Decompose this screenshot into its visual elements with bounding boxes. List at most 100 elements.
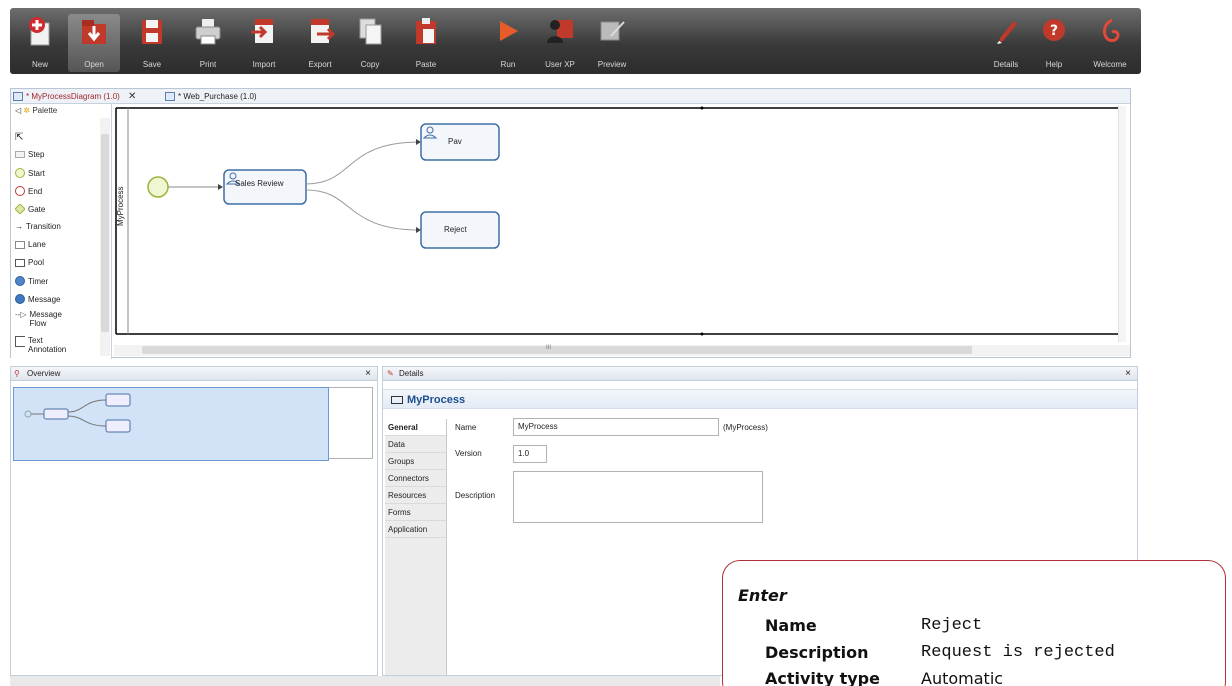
import-icon bbox=[249, 16, 279, 46]
callout-key: Description bbox=[765, 643, 869, 662]
callout-title: Enter bbox=[738, 586, 787, 605]
tab-connectors[interactable]: Connectors bbox=[385, 470, 446, 487]
palette-item-label: End bbox=[28, 186, 43, 196]
details-button[interactable]: Details bbox=[980, 14, 1032, 72]
task-label: Pav bbox=[448, 137, 462, 146]
scroll-thumb[interactable] bbox=[142, 346, 972, 354]
palette-item-pool[interactable]: Pool bbox=[15, 258, 44, 267]
paste-button[interactable]: Paste bbox=[400, 14, 452, 72]
transition-icon: → bbox=[15, 222, 23, 231]
process-title: MyProcess bbox=[407, 394, 466, 406]
magnifier-icon: ⚲ bbox=[14, 369, 20, 378]
palette-title: Palette bbox=[32, 106, 58, 115]
palette-item-label: Start bbox=[28, 168, 45, 178]
palette-item-transition[interactable]: → Transition bbox=[15, 222, 61, 231]
callout-value: Request is rejected bbox=[921, 643, 1115, 662]
print-button[interactable]: Print bbox=[182, 14, 234, 72]
canvas-hscrollbar[interactable]: III bbox=[114, 345, 1130, 356]
palette-item-gate[interactable]: Gate bbox=[14, 203, 45, 215]
pencil-icon: ✎ bbox=[387, 369, 394, 378]
palette-item-start[interactable]: Start bbox=[15, 168, 45, 178]
callout-key: Name bbox=[765, 616, 817, 635]
help-button[interactable]: ? Help bbox=[1028, 14, 1080, 72]
tab-application[interactable]: Application bbox=[385, 521, 446, 538]
preview-button[interactable]: Preview bbox=[586, 14, 638, 72]
annotation-icon bbox=[15, 336, 25, 347]
palette-item-end[interactable]: End bbox=[15, 186, 42, 196]
main-toolbar: New Open Save Print Import Export Copy P… bbox=[10, 8, 1141, 74]
palette-header: ◁ ✲ Palette bbox=[11, 104, 111, 118]
save-button[interactable]: Save bbox=[126, 14, 178, 72]
export-button[interactable]: Export bbox=[294, 14, 346, 72]
diagram-svg bbox=[115, 106, 1126, 336]
new-button[interactable]: New bbox=[14, 14, 66, 72]
import-button[interactable]: Import bbox=[238, 14, 290, 72]
palette-item-label: Timer bbox=[28, 276, 49, 286]
instruction-callout: Enter Name Reject Description Request is… bbox=[722, 560, 1226, 686]
palette-item-label: Flow bbox=[29, 319, 47, 328]
close-icon[interactable]: ✕ bbox=[128, 91, 136, 102]
overview-viewport[interactable] bbox=[13, 387, 329, 461]
copy-button[interactable]: Copy bbox=[344, 14, 396, 72]
overview-header: ⚲ Overview × bbox=[11, 367, 377, 381]
details-header: ✎ Details × bbox=[383, 367, 1137, 381]
callout-value: Reject bbox=[921, 616, 983, 635]
welcome-button[interactable]: Welcome bbox=[1084, 14, 1136, 72]
scroll-thumb[interactable] bbox=[101, 134, 109, 332]
palette-item-message-flow[interactable]: --▷ Message Flow bbox=[15, 310, 62, 328]
print-label: Print bbox=[199, 60, 217, 69]
canvas-vscrollbar[interactable] bbox=[1118, 106, 1126, 342]
version-field[interactable]: 1.0 bbox=[513, 445, 547, 463]
tab-label: * Web_Purchase (1.0) bbox=[178, 92, 257, 101]
name-hint: (MyProcess) bbox=[723, 423, 768, 432]
pool-handle bbox=[700, 332, 704, 336]
tab-general[interactable]: General bbox=[385, 419, 446, 436]
help-icon: ? bbox=[1039, 16, 1069, 46]
palette-item-timer[interactable]: Timer bbox=[15, 276, 48, 286]
callout-value: Automatic bbox=[921, 669, 1004, 686]
palette-item-label: Annotation bbox=[28, 345, 67, 354]
palette-select-tool[interactable]: ⇱ bbox=[15, 132, 23, 143]
details-icon bbox=[991, 16, 1021, 46]
tab-groups[interactable]: Groups bbox=[385, 453, 446, 470]
details-side-tabs: General Data Groups Connectors Resources… bbox=[385, 419, 447, 675]
palette-item-text-annotation[interactable]: Text Annotation bbox=[15, 336, 66, 354]
pool-handle bbox=[700, 106, 704, 110]
palette-item-step[interactable]: Step bbox=[15, 150, 44, 159]
tab-myprocessdiagram[interactable]: * MyProcessDiagram (1.0) ✕ bbox=[11, 90, 136, 103]
svg-text:?: ? bbox=[1050, 23, 1058, 39]
tab-web-purchase[interactable]: * Web_Purchase (1.0) bbox=[163, 90, 257, 103]
run-button[interactable]: Run bbox=[482, 14, 534, 72]
tab-forms[interactable]: Forms bbox=[385, 504, 446, 521]
arrowhead bbox=[218, 184, 223, 190]
diagram-icon bbox=[165, 92, 175, 101]
welcome-label: Welcome bbox=[1093, 60, 1127, 69]
user-xp-label: User XP bbox=[545, 60, 575, 69]
palette-item-lane[interactable]: Lane bbox=[15, 240, 46, 249]
preview-label: Preview bbox=[597, 60, 627, 69]
collapse-icon[interactable]: ◁ bbox=[15, 106, 21, 115]
description-field[interactable] bbox=[513, 471, 763, 523]
open-label: Open bbox=[84, 60, 104, 69]
callout-key: Activity type bbox=[765, 669, 880, 686]
save-label: Save bbox=[142, 60, 162, 69]
details-label: Details bbox=[993, 60, 1019, 69]
transition bbox=[305, 189, 421, 231]
palette-scrollbar[interactable] bbox=[100, 118, 110, 356]
copy-label: Copy bbox=[360, 60, 380, 69]
tab-resources[interactable]: Resources bbox=[385, 487, 446, 504]
name-field[interactable]: MyProcess bbox=[513, 418, 719, 436]
close-icon[interactable]: × bbox=[1125, 367, 1131, 381]
open-button[interactable]: Open bbox=[68, 14, 120, 72]
close-icon[interactable]: × bbox=[365, 367, 371, 381]
tab-label: * MyProcessDiagram (1.0) bbox=[26, 92, 120, 101]
user-xp-button[interactable]: User XP bbox=[534, 14, 586, 72]
palette-item-label: Text bbox=[28, 336, 43, 345]
run-label: Run bbox=[500, 60, 516, 69]
diagram-canvas[interactable]: MyProcess Sales Review Pav Reject bbox=[114, 106, 1128, 344]
tab-data[interactable]: Data bbox=[385, 436, 446, 453]
paste-icon bbox=[411, 16, 441, 46]
task-label: Reject bbox=[444, 225, 467, 234]
palette-item-message[interactable]: Message bbox=[15, 294, 60, 304]
run-icon bbox=[493, 16, 523, 46]
